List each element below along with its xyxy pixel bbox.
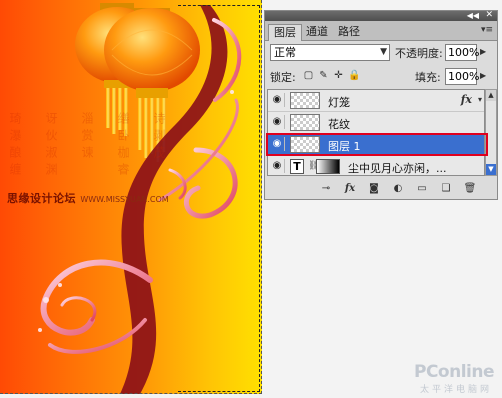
lock-all-icon[interactable]: 🔒 (348, 70, 360, 81)
scroll-up-icon[interactable]: ▲ (486, 90, 496, 101)
highlight-box (266, 133, 488, 156)
layer-thumbnail (290, 92, 320, 109)
pconline-tagline: 太平洋电脑网 (419, 385, 492, 395)
fx-icon[interactable]: fx (461, 93, 472, 106)
lock-move-icon[interactable]: ✛ (333, 70, 344, 81)
chevron-down-icon: ▼ (380, 47, 387, 57)
opacity-input[interactable]: 100% (445, 44, 479, 61)
expand-effects-icon[interactable]: ▾ (478, 95, 482, 104)
mask-icon[interactable]: ◙ (367, 182, 381, 195)
lock-paint-icon[interactable]: ✎ (318, 70, 329, 81)
link-icon[interactable]: ⊸ (319, 182, 333, 195)
fill-dropdown-icon[interactable]: ▶ (480, 71, 486, 80)
fill-label: 填充: (415, 71, 441, 84)
visibility-eye-icon[interactable]: ◉ (270, 115, 285, 129)
new-layer-icon[interactable]: ❑ (439, 182, 453, 195)
panel-tabs: 图层 通道 路径 ▾≡ (265, 21, 497, 41)
tab-layers[interactable]: 图层 (268, 24, 302, 41)
document-canvas[interactable]: 琦瀑酿缠 讶伙淑渊 淄赏谏 缮卧枷睿 诗剥茂 思缘设计论坛 WWW.MISSYU… (0, 0, 262, 394)
canvas-border (0, 0, 262, 394)
layer-name: 灯笼 (328, 96, 350, 109)
tab-channels[interactable]: 通道 (301, 24, 333, 40)
layer-name: 花纹 (328, 118, 350, 131)
fx-icon[interactable]: fx (343, 182, 357, 195)
scroll-down-icon[interactable]: ▼ (486, 164, 496, 175)
layer-name: 尘中见月心亦闲，... (348, 162, 447, 175)
close-icon[interactable]: ✕ (485, 10, 493, 21)
blend-mode-value: 正常 (274, 46, 296, 59)
mask-thumbnail (316, 159, 340, 174)
layer-row-pattern[interactable]: ◉ 花纹 (268, 112, 484, 134)
visibility-eye-icon[interactable]: ◉ (270, 93, 285, 107)
fill-input[interactable]: 100% (445, 68, 479, 85)
text-layer-icon: T (290, 159, 304, 174)
lock-label: 锁定: (270, 71, 296, 84)
blend-mode-select[interactable]: 正常 ▼ (270, 44, 390, 61)
lock-transparent-icon[interactable]: ▢ (303, 70, 314, 81)
trash-icon[interactable]: 🗑 (463, 182, 477, 195)
group-icon[interactable]: ▭ (415, 182, 429, 195)
blend-row: 正常 ▼ 不透明度: 100% ▶ (265, 42, 497, 64)
layers-panel: ◀◀ ✕ 图层 通道 路径 ▾≡ 正常 ▼ 不透明度: 100% ▶ 锁定: ▢… (264, 10, 498, 200)
pconline-logo: PConline (413, 362, 495, 382)
opacity-dropdown-icon[interactable]: ▶ (480, 47, 486, 56)
panel-bottom-bar: ⊸ fx ◙ ◐ ▭ ❑ 🗑 (265, 179, 497, 199)
opacity-label: 不透明度: (395, 47, 443, 60)
lock-row: 锁定: ▢ ✎ ✛ 🔒 填充: 100% ▶ (265, 66, 497, 88)
adjustment-icon[interactable]: ◐ (391, 182, 405, 195)
layer-row-lantern[interactable]: ◉ 灯笼 fx ▾ (268, 90, 484, 112)
tab-paths[interactable]: 路径 (333, 24, 365, 40)
layer-thumbnail (290, 114, 320, 131)
layer-row-text[interactable]: ◉ T ⛓ 尘中见月心亦闲，... (268, 156, 484, 175)
visibility-eye-icon[interactable]: ◉ (270, 159, 285, 173)
panel-menu-icon[interactable]: ▾≡ (481, 25, 493, 35)
panel-titlebar[interactable]: ◀◀ ✕ (265, 10, 497, 21)
collapse-icon[interactable]: ◀◀ (467, 10, 479, 21)
